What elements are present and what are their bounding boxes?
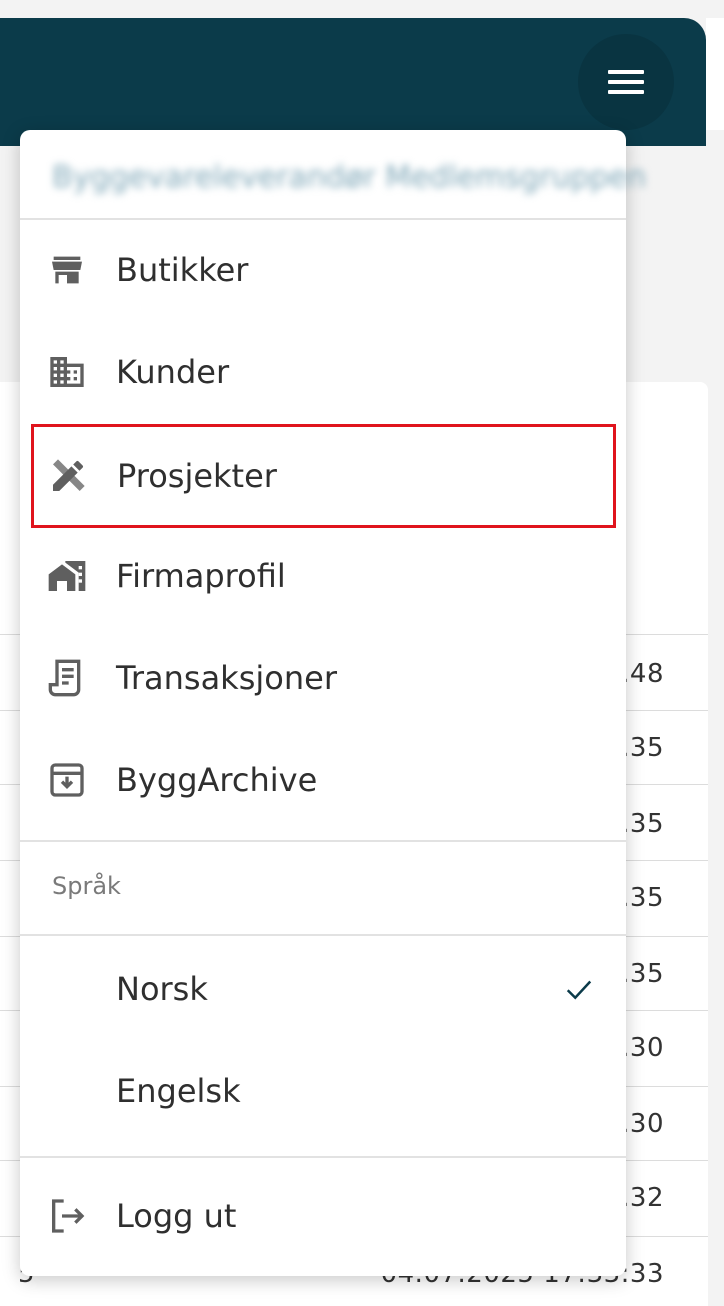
menu-item-label: Transaksjoner	[116, 659, 337, 697]
menu-item-label: Butikker	[116, 251, 249, 289]
table-cell-time: .35	[621, 883, 664, 913]
table-cell-time: .35	[621, 959, 664, 989]
menu-toggle-button[interactable]	[578, 34, 674, 130]
menu-item-prosjekter[interactable]: Prosjekter	[31, 424, 616, 528]
menu-divider	[20, 218, 626, 220]
menu-divider	[20, 1156, 626, 1158]
menu-item-label: ByggArchive	[116, 761, 318, 799]
building-icon	[50, 357, 84, 387]
check-icon	[566, 980, 592, 1000]
menu-divider	[20, 934, 626, 936]
organization-name: Byggevareleverandør Medlemsgruppen	[52, 160, 647, 195]
logout-icon	[52, 1199, 85, 1233]
hamburger-icon	[608, 70, 644, 94]
menu-item-label: Firmaprofil	[116, 557, 286, 595]
navigation-menu: Byggevareleverandør Medlemsgruppen Butik…	[20, 130, 646, 1276]
menu-item-butikker[interactable]: Butikker	[30, 224, 616, 316]
table-cell-time: .35	[621, 733, 664, 763]
menu-item-kunder[interactable]: Kunder	[30, 326, 616, 418]
design-tools-icon	[53, 459, 85, 491]
table-cell-time: .30	[621, 1033, 664, 1063]
home-work-icon	[48, 561, 86, 591]
language-option-norsk[interactable]: Norsk	[30, 946, 616, 1038]
storefront-icon	[52, 256, 82, 284]
logout-label: Logg ut	[116, 1197, 237, 1235]
menu-item-firmaprofil[interactable]: Firmaprofil	[30, 530, 616, 622]
language-label: Norsk	[116, 970, 208, 1008]
archive-icon	[50, 763, 84, 797]
logout-button[interactable]: Logg ut	[30, 1170, 616, 1262]
menu-divider	[20, 840, 626, 842]
language-label: Engelsk	[116, 1072, 241, 1110]
table-cell-time: .48	[621, 659, 664, 689]
table-cell-time: .35	[621, 809, 664, 839]
menu-item-label: Kunder	[116, 353, 230, 391]
language-section-label: Språk	[52, 872, 121, 900]
receipt-icon	[48, 659, 81, 697]
menu-item-transaksjoner[interactable]: Transaksjoner	[30, 632, 616, 724]
menu-item-byggarchive[interactable]: ByggArchive	[30, 734, 616, 826]
language-option-engelsk[interactable]: Engelsk	[30, 1048, 616, 1140]
menu-item-label: Prosjekter	[117, 457, 277, 495]
top-bar-edge	[706, 18, 724, 130]
table-cell-time: .32	[621, 1183, 664, 1213]
table-cell-time: .30	[621, 1109, 664, 1139]
